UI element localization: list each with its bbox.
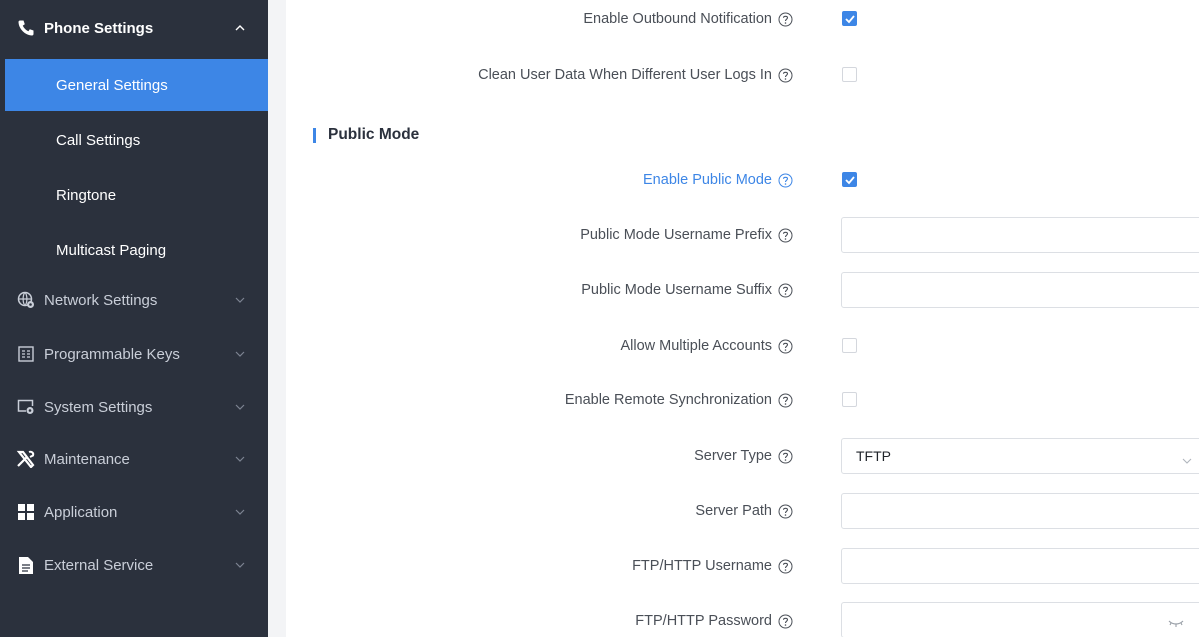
globe-gear-icon — [15, 289, 37, 311]
sidebar-subitem-label: Multicast Paging — [56, 241, 167, 259]
sidebar-subitem-label: General Settings — [56, 76, 168, 94]
sidebar-item-phone-settings[interactable]: Phone Settings — [0, 2, 268, 54]
help-icon[interactable] — [778, 393, 793, 408]
help-icon[interactable] — [778, 68, 793, 83]
select-value: TFTP — [856, 448, 891, 464]
help-icon[interactable] — [778, 559, 793, 574]
enable-outbound-notification-checkbox[interactable] — [842, 11, 857, 26]
sidebar-subitem-general-settings[interactable]: General Settings — [5, 59, 268, 111]
sidebar-item-network-settings[interactable]: Network Settings — [0, 274, 268, 326]
sidebar-item-label: Network Settings — [44, 291, 158, 309]
field-label-text: FTP/HTTP Username — [632, 558, 772, 574]
document-icon — [15, 554, 37, 576]
chevron-down-icon — [234, 506, 246, 518]
chevron-down-icon — [234, 348, 246, 360]
sidebar: Phone Settings General Settings Call Set… — [0, 0, 268, 637]
section-accent-bar — [313, 128, 316, 143]
ftp-password-input[interactable] — [841, 602, 1199, 637]
sidebar-item-label: Application — [44, 503, 118, 521]
section-title-public-mode: Public Mode — [328, 126, 420, 143]
field-label-text: Public Mode Username Prefix — [580, 227, 772, 243]
eye-closed-icon[interactable] — [1168, 615, 1184, 631]
allow-multiple-accounts-checkbox[interactable] — [842, 338, 857, 353]
allow-multiple-accounts-label: Allow Multiple Accounts — [620, 338, 793, 354]
help-icon[interactable] — [778, 504, 793, 519]
username-prefix-input[interactable] — [841, 217, 1199, 253]
help-icon[interactable] — [778, 339, 793, 354]
sidebar-subitem-label: Ringtone — [56, 186, 117, 204]
enable-remote-sync-checkbox[interactable] — [842, 392, 857, 407]
help-icon[interactable] — [778, 228, 793, 243]
sidebar-item-label: External Service — [44, 556, 154, 574]
clean-user-data-checkbox[interactable] — [842, 67, 857, 82]
sidebar-item-label: Phone Settings — [44, 19, 154, 37]
field-label-text: Allow Multiple Accounts — [620, 338, 772, 354]
username-suffix-input[interactable] — [841, 272, 1199, 308]
server-type-label: Server Type — [694, 448, 793, 464]
ftp-username-input[interactable] — [841, 548, 1199, 584]
clean-user-data-label: Clean User Data When Different User Logs… — [478, 67, 793, 83]
enable-remote-sync-label: Enable Remote Synchronization — [565, 392, 793, 408]
field-label-text: Server Path — [695, 503, 772, 519]
field-label-text: Server Type — [694, 448, 772, 464]
sidebar-subitem-call-settings[interactable]: Call Settings — [0, 114, 268, 166]
layout-gutter — [268, 0, 286, 637]
field-label-text: FTP/HTTP Password — [635, 613, 772, 629]
monitor-gear-icon — [15, 396, 37, 418]
help-icon[interactable] — [778, 614, 793, 629]
sidebar-item-application[interactable]: Application — [0, 486, 268, 538]
chevron-down-icon — [234, 453, 246, 465]
field-label-text: Enable Public Mode — [643, 172, 772, 188]
enable-outbound-notification-label: Enable Outbound Notification — [583, 11, 793, 27]
ftp-username-label: FTP/HTTP Username — [632, 558, 793, 574]
keypad-icon — [15, 343, 37, 365]
help-icon[interactable] — [778, 283, 793, 298]
tools-icon — [15, 448, 37, 470]
sidebar-item-maintenance[interactable]: Maintenance — [0, 433, 268, 485]
sidebar-item-system-settings[interactable]: System Settings — [0, 381, 268, 433]
sidebar-item-external-service[interactable]: External Service — [0, 539, 268, 591]
chevron-down-icon — [234, 401, 246, 413]
help-icon[interactable] — [778, 12, 793, 27]
help-icon[interactable] — [778, 449, 793, 464]
field-label-text: Enable Remote Synchronization — [564, 392, 772, 408]
username-prefix-label: Public Mode Username Prefix — [580, 227, 793, 243]
field-label-text: Public Mode Username Suffix — [581, 282, 772, 298]
server-type-select[interactable]: TFTP — [841, 438, 1199, 474]
app-root: Phone Settings General Settings Call Set… — [0, 0, 1199, 637]
enable-public-mode-checkbox[interactable] — [842, 172, 857, 187]
grid-icon — [15, 501, 37, 523]
enable-public-mode-label: Enable Public Mode — [643, 172, 793, 188]
sidebar-item-label: Programmable Keys — [44, 345, 180, 363]
sidebar-subitem-label: Call Settings — [56, 131, 141, 149]
field-label-text: Clean User Data When Different User Logs… — [478, 67, 772, 83]
username-suffix-label: Public Mode Username Suffix — [581, 282, 793, 298]
sidebar-item-label: Maintenance — [44, 450, 130, 468]
phone-icon — [15, 17, 37, 39]
sidebar-item-programmable-keys[interactable]: Programmable Keys — [0, 328, 268, 380]
ftp-password-label: FTP/HTTP Password — [635, 613, 793, 629]
chevron-down-icon — [234, 294, 246, 306]
chevron-down-icon — [1182, 451, 1192, 467]
sidebar-subitem-ringtone[interactable]: Ringtone — [0, 169, 268, 221]
server-path-label: Server Path — [695, 503, 793, 519]
sidebar-item-label: System Settings — [44, 398, 153, 416]
server-path-input[interactable] — [841, 493, 1199, 529]
field-label-text: Enable Outbound Notification — [583, 11, 772, 27]
chevron-down-icon — [234, 559, 246, 571]
help-icon[interactable] — [778, 173, 793, 188]
sidebar-subitem-multicast-paging[interactable]: Multicast Paging — [0, 224, 268, 276]
chevron-up-icon — [234, 22, 246, 34]
